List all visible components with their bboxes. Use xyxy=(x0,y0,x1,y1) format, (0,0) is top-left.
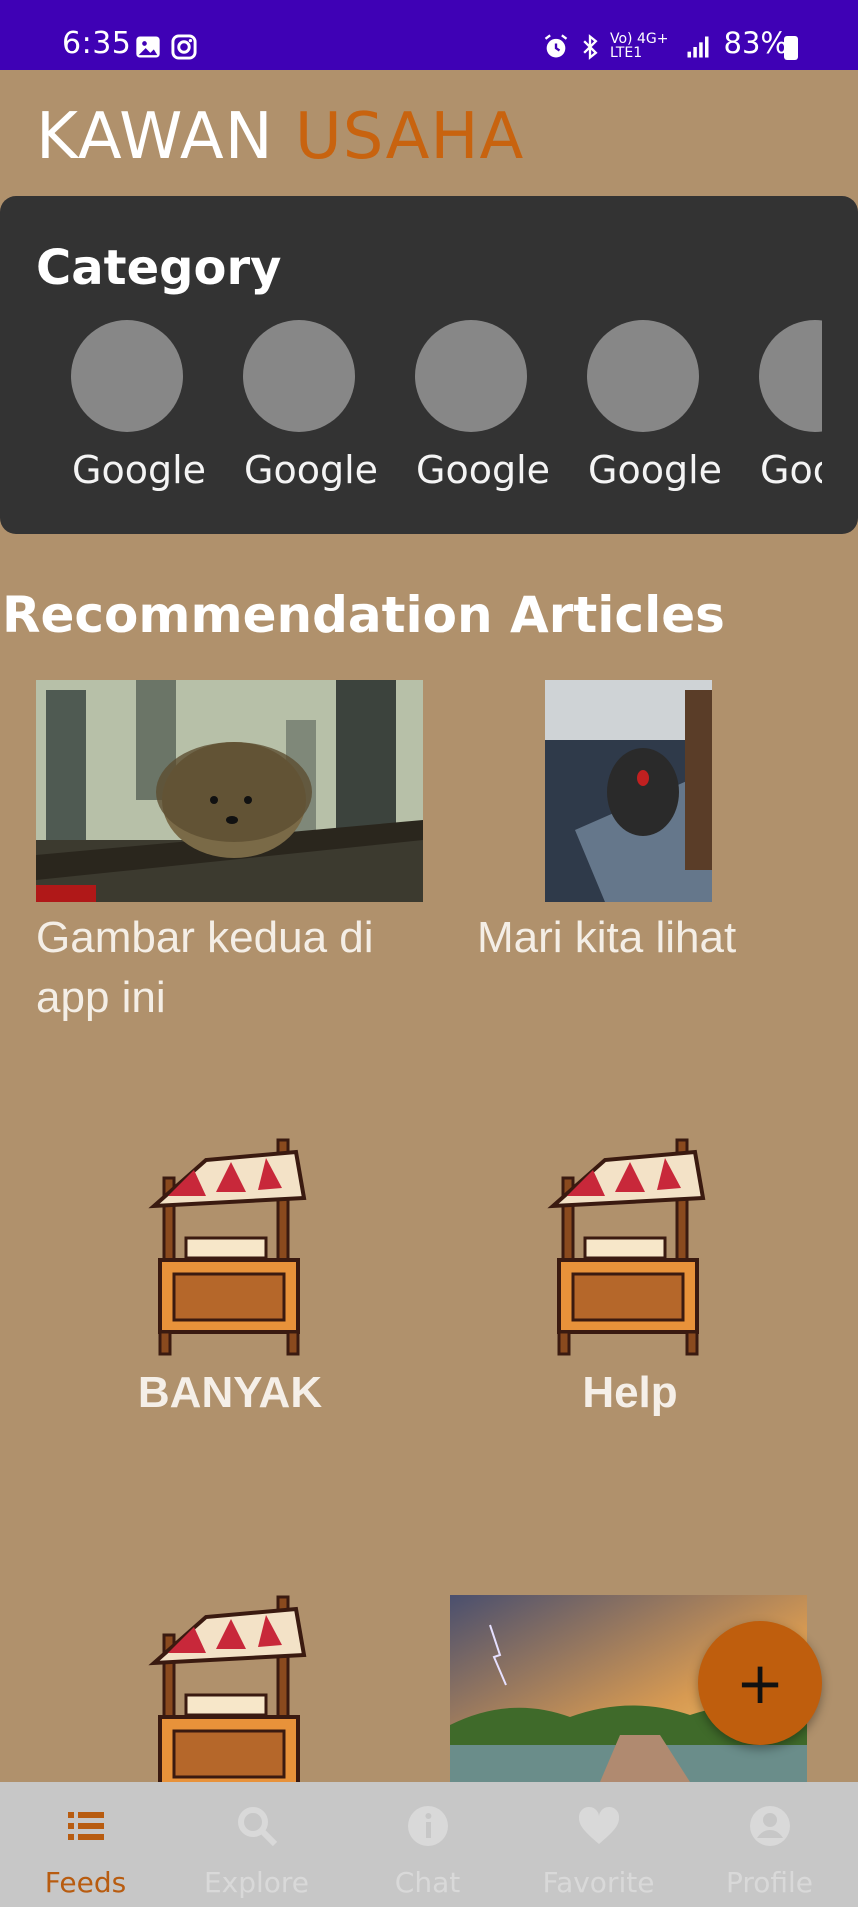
app-title-part2: USAHA xyxy=(294,100,525,174)
article-card-5[interactable] xyxy=(146,1595,312,1782)
article-title-line: app ini xyxy=(36,973,166,1022)
article-title-line: Gambar kedua di xyxy=(36,913,374,962)
market-stall-icon xyxy=(547,1138,706,1356)
article-title-1: Gambar kedua di app ini xyxy=(36,908,416,1028)
category-label: Google xyxy=(760,448,822,492)
signal-icon xyxy=(687,36,709,58)
list-icon xyxy=(68,1812,104,1840)
category-item[interactable]: Google xyxy=(56,320,228,500)
battery-percent: 83% xyxy=(723,26,788,60)
nav-label: Chat xyxy=(394,1866,461,1899)
category-title: Category xyxy=(36,240,282,296)
nav-item-explore[interactable]: Explore xyxy=(171,1782,342,1907)
category-item[interactable]: Google xyxy=(228,320,400,500)
gallery-icon xyxy=(136,36,160,58)
category-item[interactable]: Google xyxy=(572,320,744,500)
category-label: Google xyxy=(588,448,723,492)
nav-label: Explore xyxy=(203,1866,310,1899)
category-image xyxy=(759,320,822,432)
article-card-2[interactable] xyxy=(545,680,712,902)
nav-label: Feeds xyxy=(44,1866,127,1899)
market-stall-icon xyxy=(148,1595,307,1782)
article-title-4: Help xyxy=(582,1368,678,1417)
add-button[interactable]: + xyxy=(698,1621,822,1745)
nav-item-favorite[interactable]: Favorite xyxy=(513,1782,684,1907)
alarm-icon xyxy=(544,34,568,58)
plus-icon: + xyxy=(735,1649,785,1717)
nav-label: Favorite xyxy=(542,1866,655,1899)
article-card-3[interactable] xyxy=(146,1138,312,1360)
article-title-2: Mari kita lihat xyxy=(477,908,857,968)
market-stall-icon xyxy=(148,1138,307,1356)
bluetooth-icon xyxy=(583,34,598,60)
hedgehog-photo xyxy=(36,680,423,902)
article-title-line: Mari kita lihat xyxy=(477,913,737,962)
nav-label: Profile xyxy=(725,1866,814,1899)
article-card-4[interactable] xyxy=(545,1138,711,1360)
heart-icon xyxy=(578,1806,620,1844)
bottom-navigation: Feeds Explore Chat Favorite Profile xyxy=(0,1782,858,1907)
status-bar: 6:35 Vo) 4G+ LTE1 83% xyxy=(0,0,858,70)
category-image xyxy=(415,320,527,432)
app-title-part1: KAWAN xyxy=(36,100,274,174)
mouse-photo xyxy=(545,680,712,902)
nav-item-feeds[interactable]: Feeds xyxy=(0,1782,171,1907)
category-item[interactable]: Google xyxy=(400,320,572,500)
category-image xyxy=(243,320,355,432)
category-list: Google Google Google Google Google xyxy=(56,320,822,500)
category-item[interactable]: Google xyxy=(744,320,822,500)
search-icon xyxy=(238,1807,278,1847)
info-icon xyxy=(408,1806,448,1846)
category-label: Google xyxy=(416,448,551,492)
network-indicator: Vo) 4G+ LTE1 xyxy=(610,32,669,61)
nav-item-profile[interactable]: Profile xyxy=(684,1782,855,1907)
status-time: 6:35 xyxy=(62,26,132,61)
category-image xyxy=(71,320,183,432)
category-image xyxy=(587,320,699,432)
account-icon xyxy=(750,1806,790,1846)
instagram-icon xyxy=(171,34,197,60)
nav-item-chat[interactable]: Chat xyxy=(342,1782,513,1907)
category-label: Google xyxy=(72,448,207,492)
article-card-1[interactable] xyxy=(36,680,423,902)
battery-icon xyxy=(784,36,798,60)
category-label: Google xyxy=(244,448,379,492)
app-title: KAWAN USAHA xyxy=(36,100,524,174)
recommendation-title: Recommendation Articles xyxy=(2,586,725,644)
article-title-3: BANYAK xyxy=(137,1368,323,1417)
